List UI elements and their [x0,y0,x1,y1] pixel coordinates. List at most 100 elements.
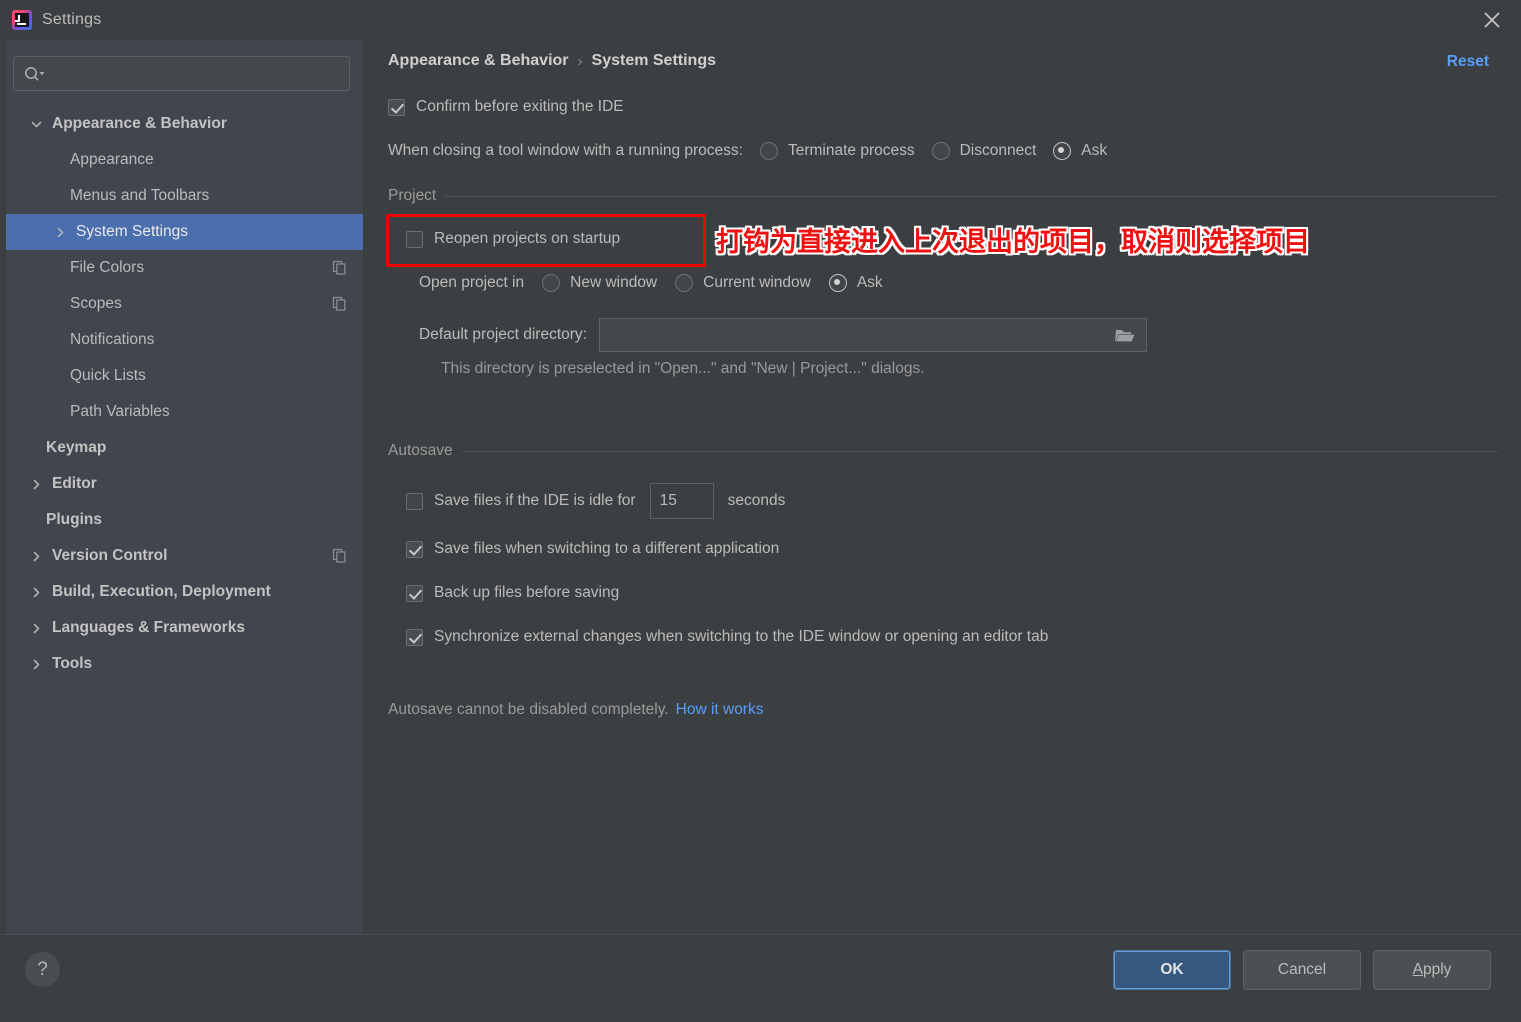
sidebar-item-label: Editor [52,475,97,492]
chevron-down-icon[interactable] [28,116,44,132]
sidebar-item-path-variables[interactable]: Path Variables [6,394,363,430]
breadcrumb-parent[interactable]: Appearance & Behavior [388,52,569,70]
radio-new-window[interactable] [542,274,561,292]
chevron-right-icon[interactable] [28,476,44,492]
sidebar-item-languages-frameworks[interactable]: Languages & Frameworks [6,610,363,646]
sidebar-item-notifications[interactable]: Notifications [6,322,363,358]
copy-settings-icon[interactable] [332,260,348,276]
chinese-annotation: 打钩为直接进入上次退出的项目，取消则选择项目 [716,227,1310,258]
sidebar-item-menus-and-toolbars[interactable]: Menus and Toolbars [6,178,363,214]
sidebar-item-editor[interactable]: Editor [6,466,363,502]
sidebar-item-build-execution-deployment[interactable]: Build, Execution, Deployment [6,574,363,610]
autosave-idle-row: Save files if the IDE is idle for 15 sec… [406,483,785,519]
settings-tree: Appearance & Behavior Appearance Menus and… [6,106,363,682]
chevron-right-icon[interactable] [28,656,44,672]
folder-icon[interactable] [1114,326,1136,344]
breadcrumb: Appearance & Behavior › System Settings [388,52,716,70]
sidebar-item-label: Keymap [46,439,107,456]
confirm-exit-label: Confirm before exiting the IDE [416,98,624,115]
autosave-note-row: Autosave cannot be disabled completely. … [388,701,763,719]
sidebar-item-label: System Settings [76,223,188,240]
apply-label-rest: pply [1422,961,1452,978]
open-project-in-label: Open project in [419,274,525,291]
sidebar-item-label: Appearance & Behavior [52,115,227,132]
settings-main-panel: Appearance & Behavior › System Settings … [363,40,1521,934]
autosave-switch-app-checkbox[interactable] [406,540,423,558]
sidebar-item-label: Plugins [46,511,102,528]
sidebar-item-appearance-behavior[interactable]: Appearance & Behavior [6,106,363,142]
group-divider [461,450,1498,452]
autosave-note-text: Autosave cannot be disabled completely. [388,701,669,718]
sidebar-item-file-colors[interactable]: File Colors [6,250,363,286]
sidebar-item-plugins[interactable]: Plugins [6,502,363,538]
project-group-header: Project [388,187,1498,205]
sidebar-item-appearance[interactable]: Appearance [6,142,363,178]
sidebar-item-label: Version Control [52,547,168,564]
autosave-sync-checkbox[interactable] [406,628,423,646]
autosave-sync-row[interactable]: Synchronize external changes when switch… [406,628,1048,646]
autosave-backup-label: Back up files before saving [434,584,620,601]
help-button[interactable]: ? [25,952,60,987]
default-project-directory-input[interactable] [599,318,1147,352]
sidebar-item-label: Menus and Toolbars [70,187,210,204]
copy-settings-icon[interactable] [332,548,348,564]
autosave-idle-label: Save files if the IDE is idle for [434,492,636,509]
confirm-exit-row[interactable]: Confirm before exiting the IDE [388,98,624,116]
autosave-switch-app-label: Save files when switching to a different… [434,540,780,557]
reopen-projects-label: Reopen projects on startup [434,230,621,247]
sidebar-item-scopes[interactable]: Scopes [6,286,363,322]
chevron-right-icon: › [577,52,583,70]
title-bar: Settings [0,0,1521,40]
default-project-directory-label: Default project directory: [419,326,587,343]
autosave-idle-seconds-suffix: seconds [727,492,786,509]
sidebar-item-label: Notifications [70,331,155,348]
cancel-button[interactable]: Cancel [1243,950,1361,990]
default-directory-hint: This directory is preselected in "Open..… [441,360,925,377]
close-icon[interactable] [1475,4,1509,36]
how-it-works-link[interactable]: How it works [676,701,764,719]
autosave-idle-checkbox[interactable] [406,492,423,510]
default-project-directory-row: Default project directory: [419,318,1147,352]
sidebar-item-keymap[interactable]: Keymap [6,430,363,466]
ok-button[interactable]: OK [1113,950,1231,990]
open-project-in-row: Open project in New window Current windo… [419,274,883,292]
sidebar-item-quick-lists[interactable]: Quick Lists [6,358,363,394]
sidebar-item-label: Path Variables [70,403,170,420]
chevron-right-icon[interactable] [28,548,44,564]
autosave-idle-seconds-input[interactable]: 15 [649,483,714,519]
chevron-right-icon[interactable] [28,620,44,636]
radio-current-window[interactable] [675,274,694,292]
autosave-switch-app-row[interactable]: Save files when switching to a different… [406,540,779,558]
copy-settings-icon[interactable] [332,296,348,312]
default-directory-hint-row: This directory is preselected in "Open..… [441,360,925,378]
closing-tool-window-row: When closing a tool window with a runnin… [388,142,1107,160]
radio-disconnect[interactable] [931,142,950,160]
confirm-exit-checkbox[interactable] [388,98,405,116]
sidebar-item-version-control[interactable]: Version Control [6,538,363,574]
sidebar-item-system-settings[interactable]: System Settings [6,214,363,250]
radio-disconnect-label: Disconnect [959,142,1037,159]
chevron-right-icon[interactable] [52,224,68,240]
sidebar-item-tools[interactable]: Tools [6,646,363,682]
dialog-footer: ? OK Cancel Apply [0,934,1521,1022]
reset-link[interactable]: Reset [1447,53,1489,71]
group-divider [445,195,1498,197]
radio-terminate-process[interactable] [759,142,778,160]
autosave-group-title: Autosave [388,442,453,459]
chevron-right-icon[interactable] [28,584,44,600]
intellij-idea-icon [12,10,32,30]
sidebar-item-label: Languages & Frameworks [52,619,245,636]
project-group-title: Project [388,187,437,204]
apply-button[interactable]: Apply [1373,950,1491,990]
radio-ask-tool-window[interactable] [1053,142,1072,160]
search-input[interactable] [13,56,350,91]
sidebar-item-label: Scopes [70,295,122,312]
apply-mnemonic: A [1412,961,1423,978]
autosave-backup-row[interactable]: Back up files before saving [406,584,619,602]
window-title: Settings [42,11,102,28]
reopen-projects-row[interactable]: Reopen projects on startup [406,230,620,248]
radio-ask-open-project[interactable] [828,274,847,292]
autosave-backup-checkbox[interactable] [406,584,423,602]
radio-terminate-process-label: Terminate process [787,142,915,159]
reopen-projects-checkbox[interactable] [406,230,423,248]
